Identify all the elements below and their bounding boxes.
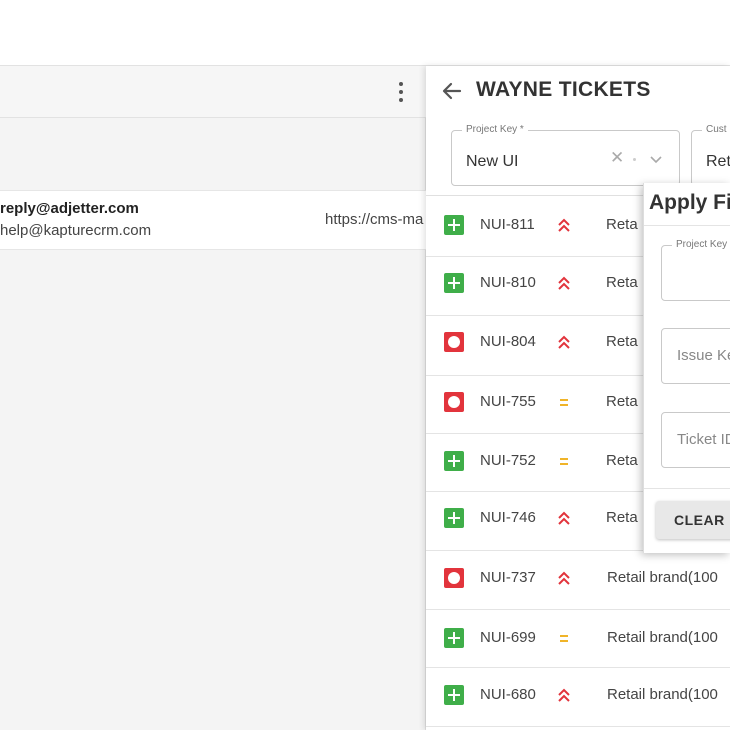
ticket-id[interactable]: NUI-680	[480, 686, 536, 703]
page: reply@adjetter.com help@kapturecrm.com h…	[0, 0, 730, 730]
ticket-brand: Retail brand(100	[607, 629, 718, 646]
filter-project-key-field[interactable]: Project Key	[661, 239, 730, 301]
project-key-value: New UI	[466, 153, 519, 170]
ticket-id[interactable]: NUI-699	[480, 629, 536, 646]
project-key-label: Project Key *	[462, 124, 528, 135]
priority-medium-icon	[560, 399, 568, 406]
customer-select[interactable]: Cust Ret	[691, 124, 730, 186]
ticket-brand: Reta	[606, 216, 638, 233]
priority-high-icon	[558, 276, 570, 290]
priority-high-icon	[558, 335, 570, 349]
ticket-brand: Reta	[606, 452, 638, 469]
ticket-row[interactable]: NUI-737 Retail brand(100	[426, 551, 730, 610]
ticket-id[interactable]: NUI-811	[480, 216, 535, 233]
filter-project-key-label: Project Key	[672, 239, 730, 250]
apply-filter-popup: Apply Fi Project Key Issue Ke Ticket ID …	[643, 183, 730, 553]
left-panel-header	[0, 66, 426, 118]
ticket-brand: Retail brand(100	[607, 569, 718, 586]
email-list-item[interactable]: reply@adjetter.com help@kapturecrm.com h…	[0, 190, 426, 250]
story-icon	[444, 215, 464, 235]
story-icon	[444, 451, 464, 471]
email-url[interactable]: https://cms-ma	[325, 211, 426, 228]
story-icon	[444, 685, 464, 705]
filter-footer-divider	[644, 488, 730, 489]
tickets-header: WAYNE TICKETS Project Key * New UI ✕ Cus…	[426, 66, 730, 196]
ticket-brand: Reta	[606, 393, 638, 410]
filter-title: Apply Fi	[649, 191, 730, 214]
ticket-id[interactable]: NUI-755	[480, 393, 536, 410]
top-bar	[0, 0, 730, 66]
priority-medium-icon	[560, 458, 568, 465]
ticket-row[interactable]: NUI-699 Retail brand(100	[426, 610, 730, 668]
story-icon	[444, 628, 464, 648]
ticket-id-placeholder: Ticket ID	[677, 431, 730, 448]
bug-icon	[444, 332, 464, 352]
priority-high-icon	[558, 571, 570, 585]
ticket-brand: Reta	[606, 274, 638, 291]
ticket-row[interactable]: NUI-680 Retail brand(100	[426, 668, 730, 727]
priority-medium-icon	[560, 635, 568, 642]
filter-divider	[644, 225, 730, 226]
email-to: help@kapturecrm.com	[0, 222, 152, 239]
priority-high-icon	[558, 218, 570, 232]
issue-key-input[interactable]: Issue Ke	[661, 328, 730, 384]
story-icon	[444, 273, 464, 293]
ticket-id[interactable]: NUI-810	[480, 274, 536, 291]
select-separator	[633, 158, 636, 161]
back-arrow-icon[interactable]	[440, 79, 464, 103]
ticket-brand: Retail brand(100	[607, 686, 718, 703]
ticket-brand: Reta	[606, 509, 638, 526]
ticket-id[interactable]: NUI-804	[480, 333, 536, 350]
ticket-id[interactable]: NUI-746	[480, 509, 536, 526]
customer-value: Ret	[706, 153, 730, 170]
bug-icon	[444, 392, 464, 412]
left-panel: reply@adjetter.com help@kapturecrm.com h…	[0, 66, 426, 730]
clear-icon[interactable]: ✕	[610, 148, 624, 168]
story-icon	[444, 508, 464, 528]
ticket-id[interactable]: NUI-737	[480, 569, 536, 586]
priority-high-icon	[558, 511, 570, 525]
more-options-icon[interactable]	[392, 80, 410, 104]
email-from: reply@adjetter.com	[0, 200, 139, 217]
priority-high-icon	[558, 688, 570, 702]
project-key-select[interactable]: Project Key * New UI ✕	[451, 124, 680, 186]
ticket-id-input[interactable]: Ticket ID	[661, 412, 730, 468]
clear-button[interactable]: CLEAR	[656, 501, 730, 539]
page-title: WAYNE TICKETS	[476, 78, 651, 101]
bug-icon	[444, 568, 464, 588]
issue-key-placeholder: Issue Ke	[677, 347, 730, 364]
customer-label: Cust	[702, 124, 730, 135]
chevron-down-icon[interactable]	[650, 153, 662, 165]
ticket-brand: Reta	[606, 333, 638, 350]
ticket-id[interactable]: NUI-752	[480, 452, 536, 469]
